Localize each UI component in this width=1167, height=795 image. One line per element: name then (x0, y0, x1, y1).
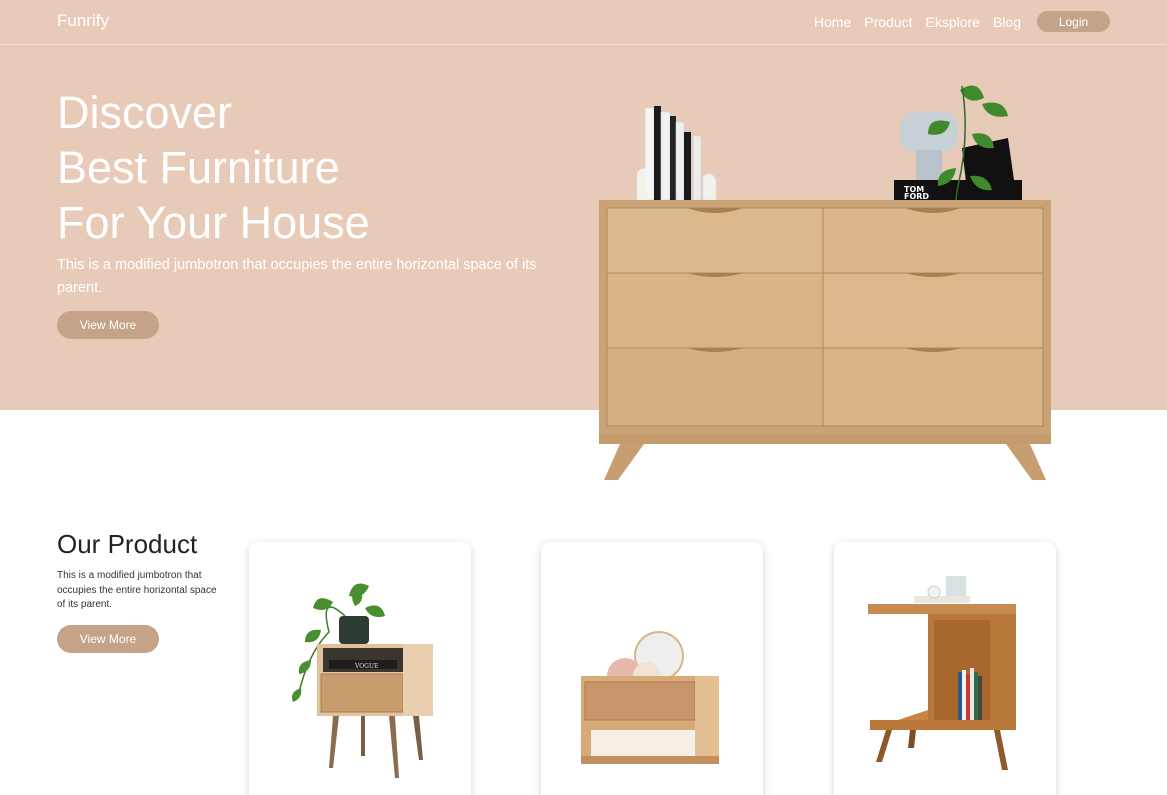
books-decor (637, 106, 717, 201)
login-button[interactable]: Login (1037, 11, 1110, 32)
products-description: This is a modified jumbotron that occupi… (57, 570, 217, 610)
products-view-more-button[interactable]: View More (57, 625, 159, 653)
product-card[interactable] (541, 542, 763, 795)
hero-dresser-image: TOM FORD (599, 85, 1051, 480)
product-card[interactable]: VOGUE (249, 542, 471, 795)
hero-title-line: For Your House (57, 197, 370, 248)
product-image-nightstand: VOGUE (292, 583, 433, 778)
nightstand: VOGUE (317, 644, 433, 778)
products-title: Our Product (57, 529, 198, 559)
hero-title: Discover Best Furniture For Your House (57, 85, 557, 250)
brand-logo[interactable]: Funrify (57, 11, 109, 31)
nav-link-eksplore[interactable]: Eksplore (926, 14, 980, 30)
hero-title-line: Best Furniture (57, 142, 340, 193)
mirror-decor (607, 631, 684, 681)
hero-description: This is a modified jumbotron that occupi… (57, 257, 537, 296)
dresser (599, 200, 1051, 480)
tea-set-decor (914, 576, 970, 603)
book-title-text: FORD (904, 192, 929, 201)
product-image-floating-drawer (581, 631, 719, 764)
nav-links: Home Product Eksplore Blog Login (814, 11, 1110, 32)
nav-link-product[interactable]: Product (864, 14, 912, 30)
nav-link-home[interactable]: Home (814, 14, 851, 30)
product-image-side-table (868, 576, 1016, 770)
book-title-text: VOGUE (354, 663, 378, 670)
product-card[interactable] (834, 542, 1056, 795)
floating-drawer (581, 676, 719, 764)
side-table (868, 604, 1016, 770)
nav-link-blog[interactable]: Blog (993, 14, 1021, 30)
navbar: Funrify Home Product Eksplore Blog Login (0, 0, 1167, 45)
hero-title-line: Discover (57, 87, 233, 138)
hero-view-more-button[interactable]: View More (57, 311, 159, 339)
